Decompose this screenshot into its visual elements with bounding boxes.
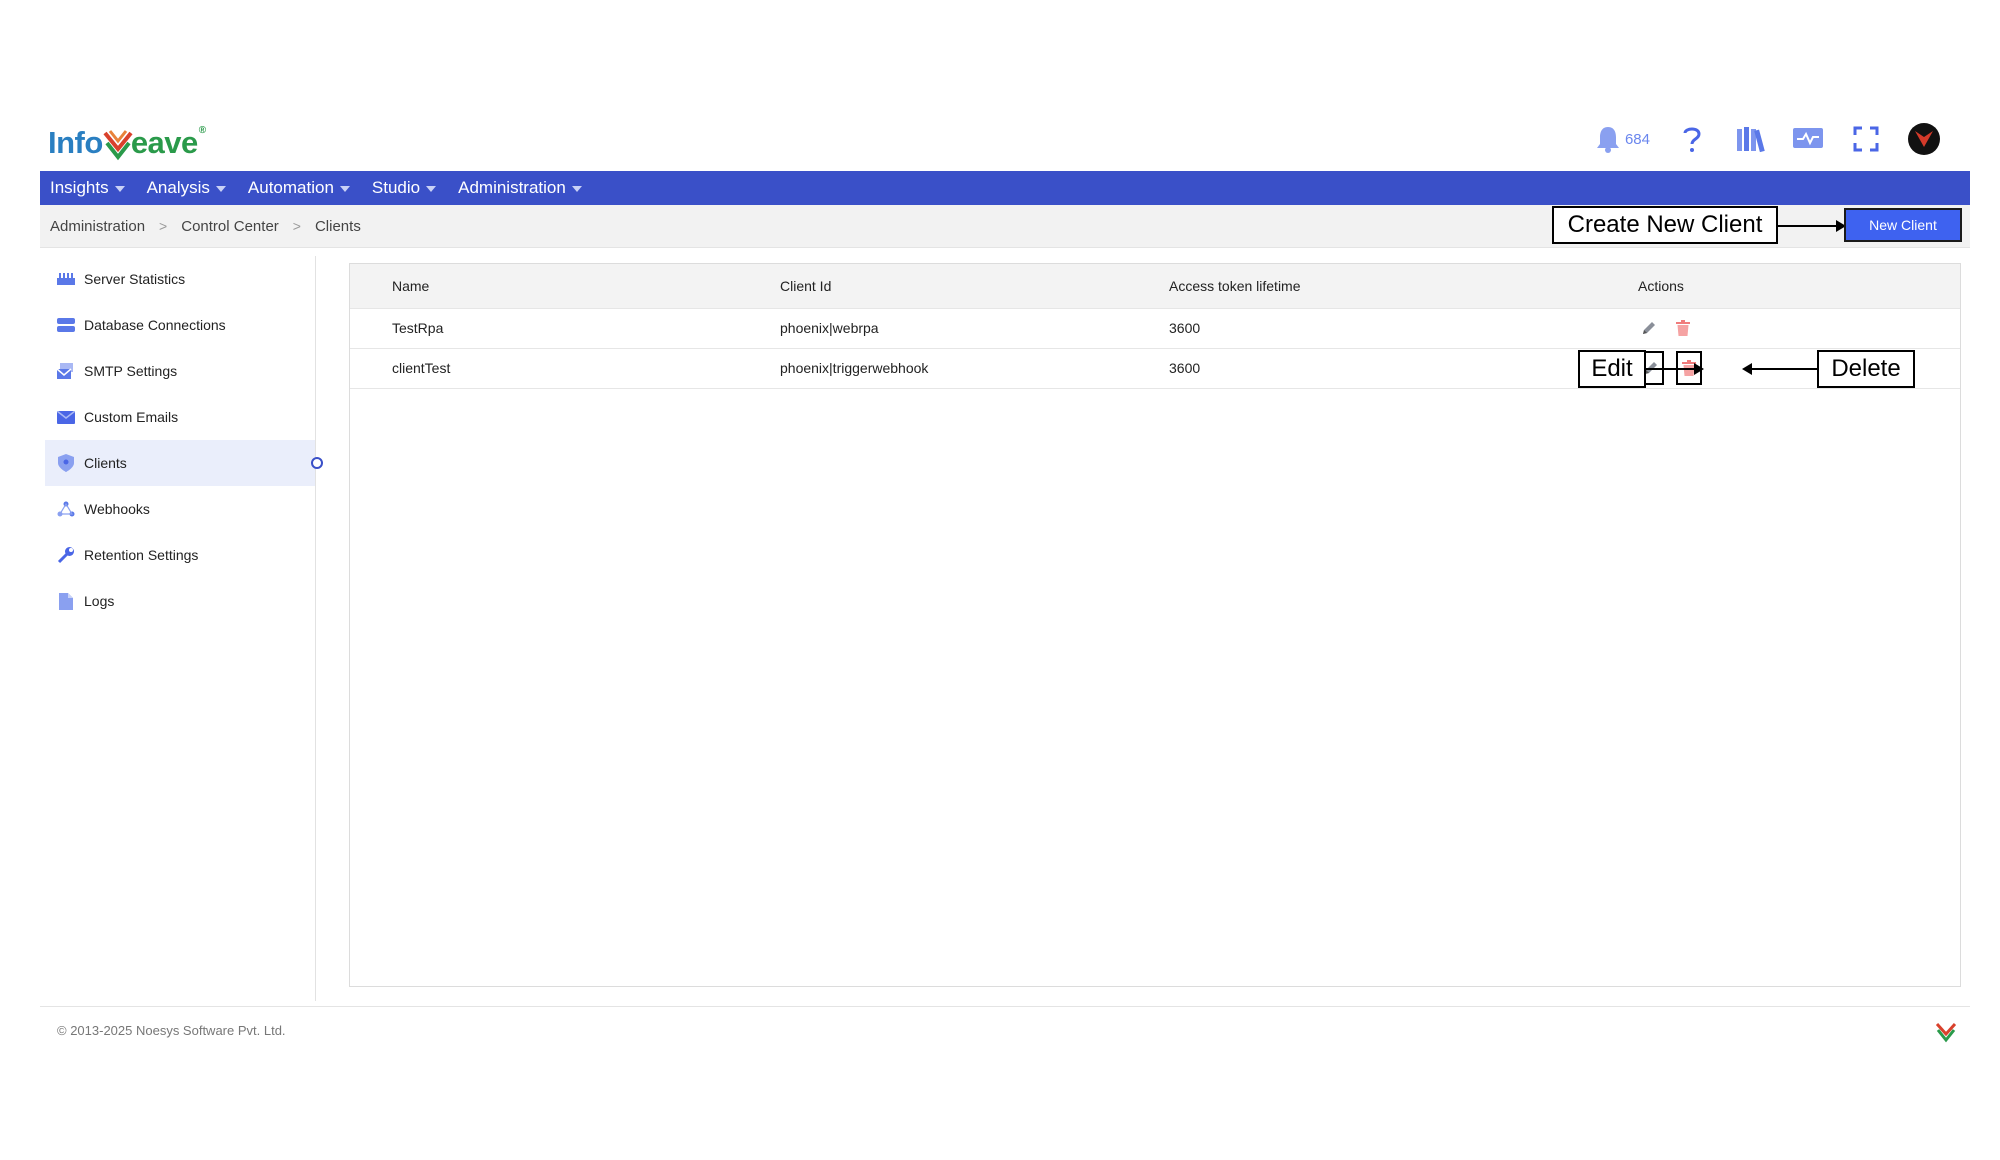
clients-table: Name Client Id Access token lifetime Act… (350, 264, 1960, 389)
sidebar-item-label: SMTP Settings (84, 363, 178, 379)
annotation-edit: Edit (1578, 350, 1646, 388)
chevron-down-icon (215, 186, 226, 192)
notification-count: 684 (1624, 130, 1650, 148)
help-button[interactable] (1676, 123, 1708, 155)
sidebar-item-retention-settings[interactable]: Retention Settings (45, 532, 315, 578)
sidebar-item-webhooks[interactable]: Webhooks (45, 486, 315, 532)
sidebar: Server Statistics Database Connections S… (45, 256, 323, 1001)
fullscreen-button[interactable] (1850, 123, 1882, 155)
cell-name: clientTest (392, 360, 451, 376)
monitor-icon (1793, 128, 1823, 148)
avatar-icon (1915, 131, 1933, 147)
envelope-icon (57, 409, 75, 425)
sidebar-item-label: Database Connections (84, 317, 226, 333)
chevron-down-icon (339, 186, 350, 192)
server-icon (57, 271, 75, 287)
delete-button[interactable] (1672, 317, 1694, 339)
annotation-delete: Delete (1817, 350, 1915, 388)
sidebar-item-label: Logs (84, 593, 115, 609)
webhook-icon (57, 501, 75, 517)
breadcrumb-control-center[interactable]: Control Center (181, 218, 279, 235)
column-header-name[interactable]: Name (350, 264, 738, 308)
table-header-row: Name Client Id Access token lifetime Act… (350, 264, 1960, 308)
table-row: clientTest phoenix|triggerwebhook 3600 (350, 348, 1960, 388)
column-header-client-id[interactable]: Client Id (738, 264, 1129, 308)
cell-lifetime: 3600 (1169, 320, 1201, 336)
sidebar-item-label: Webhooks (84, 501, 150, 517)
menu-administration[interactable]: Administration (458, 178, 582, 198)
sidebar-item-logs[interactable]: Logs (45, 578, 315, 624)
cell-client-id: phoenix|webrpa (780, 320, 879, 336)
notifications[interactable]: 684 (1595, 125, 1650, 153)
logo-mark-icon (103, 130, 133, 161)
top-header: Info eave ® 684 (40, 115, 1970, 171)
wrench-icon (57, 547, 75, 564)
breadcrumb-administration[interactable]: Administration (50, 218, 145, 235)
new-client-button[interactable]: New Client (1844, 208, 1962, 242)
annotation-arrow-head (1694, 363, 1704, 375)
cell-actions (1540, 308, 1960, 348)
bell-icon (1596, 127, 1619, 153)
sidebar-item-smtp-settings[interactable]: SMTP Settings (45, 348, 315, 394)
chevron-down-icon (571, 186, 582, 192)
sidebar-item-clients[interactable]: Clients (45, 440, 323, 486)
active-indicator (311, 457, 323, 469)
database-icon (57, 317, 75, 333)
trash-icon (1675, 320, 1690, 336)
cell-client-id: phoenix|triggerwebhook (780, 360, 929, 376)
chevron-down-icon (114, 186, 125, 192)
sidebar-item-label: Retention Settings (84, 547, 199, 563)
chevron-down-icon (426, 186, 437, 192)
annotation-arrow-line (1750, 368, 1817, 370)
footer-logo-icon (1935, 1022, 1957, 1043)
app: Info eave ® 684 Insights Analysis Automa… (40, 115, 1970, 1003)
fullscreen-icon (1853, 126, 1879, 152)
breadcrumb-clients: Clients (314, 217, 361, 235)
copyright: © 2013-2025 Noesys Software Pvt. Ltd. (57, 1023, 286, 1038)
menu-studio[interactable]: Studio (372, 178, 437, 198)
menu-analysis[interactable]: Analysis (147, 178, 226, 198)
monitor-button[interactable] (1792, 123, 1824, 155)
column-header-access-token-lifetime[interactable]: Access token lifetime (1129, 264, 1540, 308)
sidebar-item-label: Custom Emails (84, 409, 179, 425)
annotation-create-new-client: Create New Client (1552, 206, 1778, 244)
user-avatar[interactable] (1908, 123, 1940, 155)
clients-panel: Name Client Id Access token lifetime Act… (349, 263, 1961, 987)
library-button[interactable] (1734, 123, 1766, 155)
infoveave-logo[interactable]: Info eave ® (48, 125, 206, 161)
breadcrumb-bar: Administration > Control Center > Client… (40, 205, 1970, 248)
footer: © 2013-2025 Noesys Software Pvt. Ltd. (40, 1006, 1970, 1047)
menu-insights[interactable]: Insights (50, 178, 125, 198)
sidebar-item-label: Server Statistics (84, 271, 186, 287)
annotation-arrow-line (1646, 368, 1696, 370)
shield-icon (57, 454, 75, 472)
menu-automation[interactable]: Automation (248, 178, 350, 198)
sidebar-item-database-connections[interactable]: Database Connections (45, 302, 315, 348)
pencil-icon (1643, 322, 1655, 334)
logo-text-eave: eave (130, 125, 198, 160)
logo-registered: ® (198, 125, 206, 136)
cell-lifetime: 3600 (1169, 360, 1201, 376)
sidebar-item-label: Clients (84, 455, 127, 471)
library-icon (1737, 127, 1765, 153)
chevron-right-icon: > (159, 218, 168, 234)
sidebar-item-server-statistics[interactable]: Server Statistics (45, 256, 315, 302)
question-icon (1683, 127, 1701, 152)
main-menu: Insights Analysis Automation Studio Admi… (40, 171, 1970, 205)
logo-text-info: Info (48, 125, 103, 160)
mail-settings-icon (57, 363, 75, 379)
edit-button[interactable] (1638, 317, 1660, 339)
table-row: TestRpa phoenix|webrpa 3600 (350, 308, 1960, 348)
cell-name: TestRpa (392, 320, 444, 336)
column-header-actions: Actions (1638, 277, 1684, 294)
chevron-right-icon: > (292, 218, 301, 234)
sidebar-item-custom-emails[interactable]: Custom Emails (45, 394, 315, 440)
file-icon (57, 592, 75, 610)
annotation-arrow-line (1778, 225, 1838, 227)
